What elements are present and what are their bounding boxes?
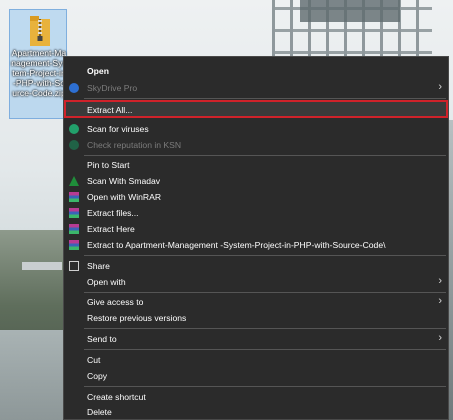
chevron-right-icon: ›	[438, 295, 442, 307]
menu-item-label: Cut	[87, 355, 101, 365]
context-menu: Open SkyDrive Pro › Extract All... Scan …	[63, 56, 449, 420]
menu-item-create-shortcut[interactable]: Create shortcut	[64, 389, 448, 405]
chevron-right-icon: ›	[438, 332, 442, 344]
winrar-icon	[69, 208, 79, 218]
menu-item-label: Delete	[87, 407, 112, 417]
menu-item-copy[interactable]: Copy	[64, 368, 448, 384]
menu-item-extract-files[interactable]: Extract files...	[64, 205, 448, 221]
menu-item-give-access-to[interactable]: Give access to ›	[64, 294, 448, 310]
desktop-file-label: Apartment-Management-System-Project-in-P…	[11, 48, 67, 98]
winrar-icon	[69, 224, 79, 234]
menu-item-label: Share	[87, 261, 110, 271]
menu-item-label: Scan With Smadav	[87, 176, 161, 186]
menu-item-label: Open with WinRAR	[87, 192, 162, 202]
menu-separator	[84, 155, 446, 156]
menu-item-label: Restore previous versions	[87, 313, 187, 323]
shield-check-icon	[69, 124, 79, 134]
menu-item-label: Send to	[87, 334, 117, 344]
menu-separator	[84, 349, 446, 350]
menu-separator	[84, 255, 446, 256]
menu-item-label: Open	[87, 66, 109, 76]
menu-item-send-to[interactable]: Send to ›	[64, 331, 448, 347]
menu-item-extract-all[interactable]: Extract All...	[64, 100, 448, 118]
menu-item-pin-to-start[interactable]: Pin to Start	[64, 157, 448, 173]
menu-item-label: Create shortcut	[87, 392, 146, 402]
desktop-zip-file[interactable]: Apartment-Management-System-Project-in-P…	[9, 9, 67, 119]
menu-item-scan-for-viruses[interactable]: Scan for viruses	[64, 121, 448, 137]
menu-item-restore-previous-versions[interactable]: Restore previous versions	[64, 310, 448, 326]
shield-check-icon	[69, 140, 79, 150]
menu-item-skydrive-pro[interactable]: SkyDrive Pro ›	[64, 80, 448, 96]
wallpaper-water	[0, 330, 70, 420]
menu-item-label: Check reputation in KSN	[87, 140, 182, 150]
menu-item-label: Pin to Start	[87, 160, 130, 170]
menu-item-label: Extract Here	[87, 224, 135, 234]
menu-item-open-with-winrar[interactable]: Open with WinRAR	[64, 189, 448, 205]
menu-item-share[interactable]: Share	[64, 258, 448, 274]
menu-item-label: Open with	[87, 277, 126, 287]
winrar-icon	[69, 240, 79, 250]
menu-item-label: Copy	[87, 371, 108, 381]
chevron-right-icon: ›	[438, 81, 442, 93]
menu-item-cut[interactable]: Cut	[64, 352, 448, 368]
menu-item-check-reputation[interactable]: Check reputation in KSN	[64, 137, 448, 153]
menu-item-scan-with-smadav[interactable]: Scan With Smadav	[64, 173, 448, 189]
menu-item-label: Give access to	[87, 297, 144, 307]
menu-item-label: Scan for viruses	[87, 124, 149, 134]
menu-separator	[84, 328, 446, 329]
menu-item-delete[interactable]: Delete	[64, 404, 448, 420]
menu-item-extract-here[interactable]: Extract Here	[64, 221, 448, 237]
menu-separator	[84, 386, 446, 387]
zip-folder-icon	[30, 16, 50, 46]
menu-separator	[84, 292, 446, 293]
menu-item-open[interactable]: Open	[64, 63, 448, 79]
menu-separator	[84, 98, 446, 99]
cloud-icon	[69, 83, 79, 93]
share-icon	[69, 261, 79, 271]
menu-item-open-with[interactable]: Open with ›	[64, 274, 448, 290]
smadav-icon	[69, 176, 79, 186]
menu-item-label: Extract All...	[87, 105, 133, 115]
menu-item-label: Extract files...	[87, 208, 139, 218]
wallpaper-tower-top	[300, 0, 400, 22]
chevron-right-icon: ›	[438, 275, 442, 287]
menu-item-label: Extract to Apartment-Management -System-…	[87, 240, 386, 250]
menu-item-extract-to-folder[interactable]: Extract to Apartment-Management -System-…	[64, 237, 448, 253]
wallpaper-roof	[22, 262, 62, 270]
winrar-icon	[69, 192, 79, 202]
menu-item-label: SkyDrive Pro	[87, 83, 138, 93]
